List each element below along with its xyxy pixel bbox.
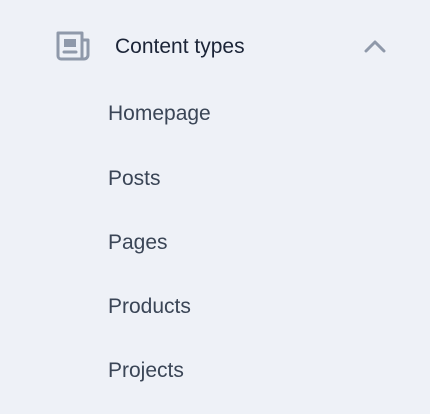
group-title: Content types [115, 35, 245, 58]
content-types-group-header[interactable]: Content types [0, 22, 430, 72]
chevron-up-icon[interactable] [362, 36, 388, 56]
nav-item-products[interactable]: Products [108, 292, 191, 322]
newspaper-icon [55, 29, 92, 63]
nav-item-projects[interactable]: Projects [108, 356, 184, 386]
nav-item-pages[interactable]: Pages [108, 228, 168, 258]
nav-item-homepage[interactable]: Homepage [108, 99, 211, 129]
sidebar-nav-group: Content types Homepage Posts Pages Produ… [0, 0, 430, 414]
nav-item-posts[interactable]: Posts [108, 164, 161, 194]
